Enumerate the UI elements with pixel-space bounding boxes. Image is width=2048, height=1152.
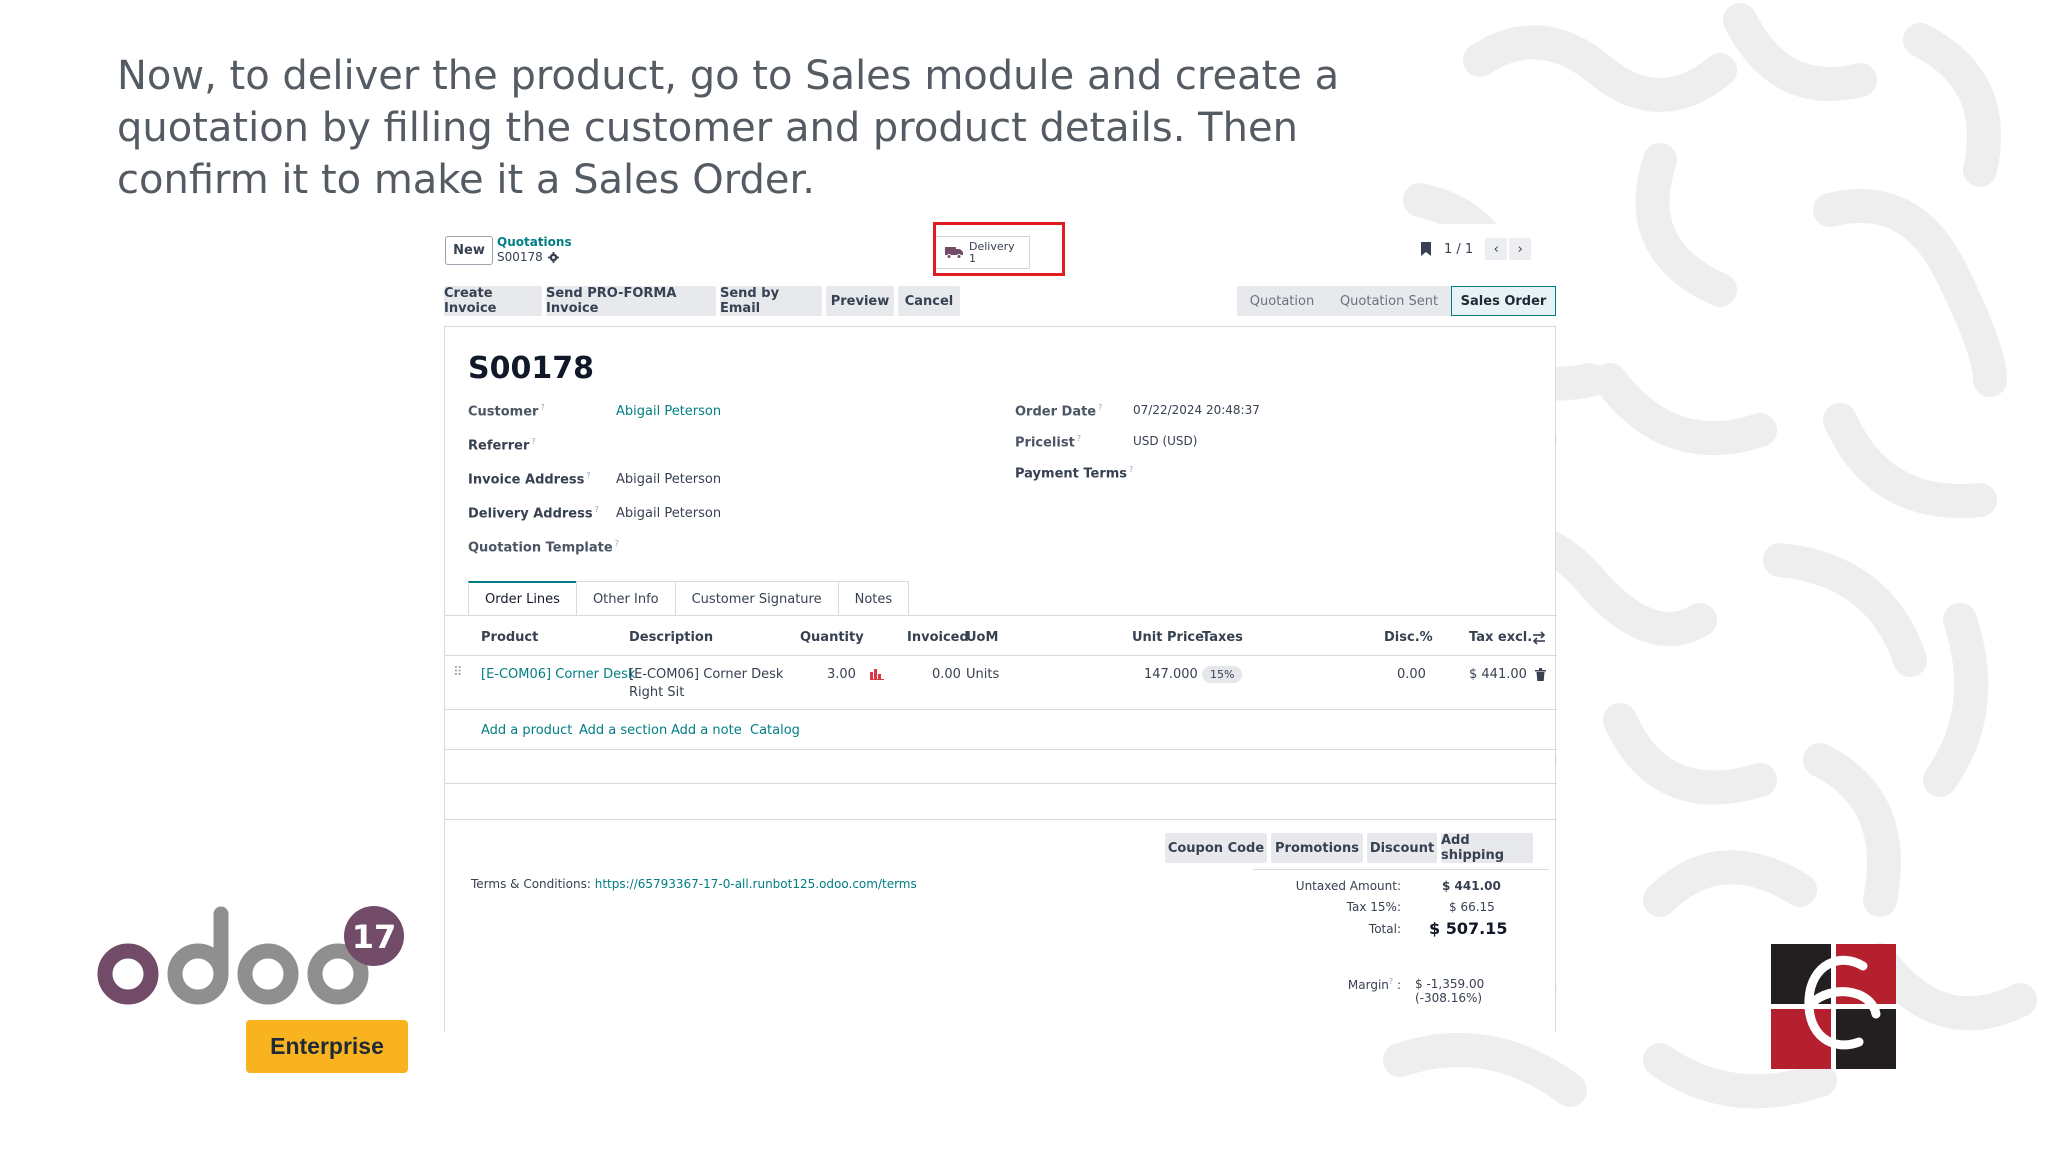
pager: 1 / 1 ‹ › [1420,238,1532,260]
add-section-link[interactable]: Add a section [579,723,667,738]
section-divider-2 [445,819,1557,820]
row-disc[interactable]: 0.00 [1397,667,1426,682]
invoice-address-label: Invoice Address? [468,471,591,488]
row-quantity[interactable]: 3.00 [827,667,856,682]
row-description-line2[interactable]: Right Sit [629,685,684,700]
bookmark-icon[interactable] [1420,242,1432,256]
row-invoiced: 0.00 [932,667,961,682]
invoice-address-field[interactable]: Abigail Peterson [616,472,721,487]
untaxed-amount-label: Untaxed Amount: [1295,879,1401,893]
quotation-template-label: Quotation Template? [468,539,619,556]
terms-url-link[interactable]: https://65793367-17-0-all.runbot125.odoo… [595,877,917,891]
payment-terms-label: Payment Terms? [1015,465,1134,482]
optional-columns-icon[interactable] [1532,631,1546,645]
slide-headline: Now, to deliver the product, go to Sales… [117,53,1340,203]
add-note-link[interactable]: Add a note [671,723,742,738]
column-product[interactable]: Product [481,630,538,645]
form-sheet: S00178 Customer? Abigail Peterson Referr… [444,326,1557,1032]
total-value: $ 507.15 [1429,919,1508,938]
margin-label: Margin? : [1347,977,1401,992]
terms-label: Terms & Conditions: [471,877,591,891]
row-product[interactable]: [E-COM06] Corner Desk [481,667,635,682]
column-invoiced[interactable]: Invoiced [907,630,969,645]
tax-value: $ 66.15 [1449,900,1495,914]
pager-next-button[interactable]: › [1509,238,1532,260]
row-unit-price[interactable]: 147.000 [1144,667,1198,682]
status-quotation-sent[interactable]: Quotation Sent [1327,286,1451,316]
gear-icon[interactable] [547,252,559,263]
send-proforma-invoice-button[interactable]: Send PRO-FORMA Invoice [546,286,716,316]
notebook-tabs: Order Lines Other Info Customer Signatur… [468,581,910,616]
customer-field[interactable]: Abigail Peterson [616,404,721,419]
preview-button[interactable]: Preview [826,286,894,316]
enterprise-badge: Enterprise [246,1020,408,1073]
promotions-button[interactable]: Promotions [1271,833,1363,863]
delivery-address-label: Delivery Address? [468,505,599,522]
catalog-link[interactable]: Catalog [750,723,800,738]
pricelist-label: Pricelist? [1015,434,1082,451]
highlight-box [933,222,1065,276]
untaxed-amount-value: $ 441.00 [1442,879,1501,893]
column-description[interactable]: Description [629,630,713,645]
status-quotation[interactable]: Quotation [1237,286,1327,316]
margin-value: $ -1,359.00 (-308.16%) [1415,977,1485,1005]
tab-notes[interactable]: Notes [837,581,910,616]
status-sales-order[interactable]: Sales Order [1451,286,1556,316]
tab-order-lines[interactable]: Order Lines [468,581,577,616]
list-end-divider [445,749,1557,750]
breadcrumb-current: S00178 [497,250,543,264]
tax-label: Tax 15%: [1346,900,1401,914]
column-uom[interactable]: UoM [966,630,998,645]
referrer-label: Referrer? [468,437,536,454]
chevron-right-icon: › [1517,241,1523,257]
create-invoice-button[interactable]: Create Invoice [444,286,542,316]
row-divider [445,709,1557,710]
order-date-field[interactable]: 07/22/2024 20:48:37 [1133,403,1260,417]
tab-customer-signature[interactable]: Customer Signature [674,581,839,616]
row-description-line1[interactable]: [E-COM06] Corner Desk [629,667,783,682]
row-tax-badge[interactable]: 15% [1202,666,1243,683]
breadcrumb-quotations-link[interactable]: Quotations [497,235,572,250]
odoo-version: 17 [352,918,397,956]
column-unit-price[interactable]: Unit Price [1132,630,1204,645]
send-by-email-button[interactable]: Send by Email [720,286,822,316]
drag-handle-icon[interactable]: ⠿ [453,665,463,680]
tab-other-info[interactable]: Other Info [575,581,676,616]
column-disc[interactable]: Disc.% [1384,630,1433,645]
column-quantity[interactable]: Quantity [800,630,864,645]
row-uom[interactable]: Units [966,667,999,682]
odoo-sales-order-screenshot: New Quotations S00178 Delivery 1 1 / 1 ‹… [432,222,1557,1032]
pricelist-field[interactable]: USD (USD) [1133,434,1197,448]
chevron-left-icon: ‹ [1493,241,1499,257]
row-subtotal: $ 441.00 [1469,667,1527,682]
pager-value[interactable]: 1 / 1 [1444,242,1473,257]
customer-label: Customer? [468,403,545,420]
breadcrumb: Quotations S00178 [497,235,572,265]
odoo-logo: 17 [97,906,404,1005]
coupon-code-button[interactable]: Coupon Code [1165,833,1267,863]
status-bar: Quotation Quotation Sent Sales Order [1237,286,1556,316]
tab-divider [445,615,1557,616]
totals-divider [1253,869,1549,870]
cancel-button[interactable]: Cancel [898,286,960,316]
pager-previous-button[interactable]: ‹ [1485,238,1508,260]
new-button[interactable]: New [445,236,493,265]
control-panel: New Quotations S00178 Delivery 1 1 / 1 ‹… [432,222,1556,278]
section-divider [445,783,1557,784]
column-tax-excl[interactable]: Tax excl. [1469,630,1532,645]
add-product-link[interactable]: Add a product [481,723,572,738]
cybrosys-logo [1771,944,1896,1069]
delivery-address-field[interactable]: Abigail Peterson [616,506,721,521]
header-divider [445,655,1557,656]
forecast-chart-icon[interactable] [870,668,884,680]
add-shipping-button[interactable]: Add shipping [1441,833,1533,863]
action-bar: Create Invoice Send PRO-FORMA Invoice Se… [444,286,1556,316]
record-title: S00178 [468,351,594,386]
terms-and-conditions: Terms & Conditions: https://65793367-17-… [471,877,917,891]
trash-icon[interactable] [1535,668,1546,681]
discount-button[interactable]: Discount [1367,833,1437,863]
order-date-label: Order Date? [1015,403,1103,420]
total-label: Total: [1368,922,1401,936]
column-taxes[interactable]: Taxes [1202,630,1243,645]
